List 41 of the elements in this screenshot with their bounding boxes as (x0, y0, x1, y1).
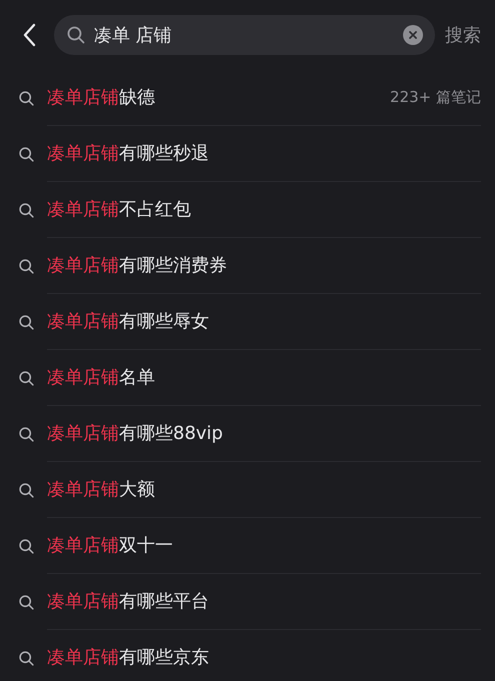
note-count: 223+ 篇笔记 (390, 87, 481, 108)
suggestion-item[interactable]: 凑单店铺名单 (0, 350, 495, 406)
search-icon (18, 202, 35, 218)
suggestion-text: 凑单店铺名单 (47, 366, 156, 390)
suggestion-item[interactable]: 凑单店铺有哪些消费券 (0, 238, 495, 294)
search-icon (18, 482, 35, 498)
suggestion-item[interactable]: 凑单店铺缺德 223+ 篇笔记 (0, 70, 495, 126)
search-icon (18, 90, 35, 106)
suggestion-text: 凑单店铺有哪些消费券 (47, 254, 228, 278)
suggestion-item[interactable]: 凑单店铺大额 (0, 462, 495, 518)
search-button[interactable]: 搜索 (445, 22, 481, 48)
back-icon (23, 23, 37, 47)
search-icon (18, 146, 35, 162)
suggestion-item[interactable]: 凑单店铺有哪些京东 (0, 630, 495, 681)
suggestion-text: 凑单店铺有哪些辱女 (47, 310, 210, 334)
suggestion-text: 凑单店铺大额 (47, 478, 156, 502)
suggestion-text: 凑单店铺有哪些秒退 (47, 142, 210, 166)
search-icon (66, 25, 86, 45)
search-icon (18, 314, 35, 330)
suggestion-text: 凑单店铺有哪些京东 (47, 646, 210, 670)
search-icon (18, 370, 35, 386)
suggestion-text: 凑单店铺双十一 (47, 534, 174, 558)
suggestion-item[interactable]: 凑单店铺不占红包 (0, 182, 495, 238)
suggestion-item[interactable]: 凑单店铺有哪些秒退 (0, 126, 495, 182)
suggestion-text: 凑单店铺有哪些平台 (47, 590, 210, 614)
suggestion-text: 凑单店铺缺德 (47, 86, 156, 110)
suggestion-text: 凑单店铺不占红包 (47, 198, 192, 222)
search-icon (18, 426, 35, 442)
search-field[interactable]: 凑单 店铺 (54, 15, 435, 55)
search-icon (18, 538, 35, 554)
close-icon (409, 31, 417, 39)
suggestion-item[interactable]: 凑单店铺双十一 (0, 518, 495, 574)
search-icon (18, 650, 35, 666)
search-icon (18, 258, 35, 274)
suggestion-item[interactable]: 凑单店铺有哪些辱女 (0, 294, 495, 350)
suggestion-item[interactable]: 凑单店铺有哪些88vip (0, 406, 495, 462)
search-value: 凑单 店铺 (94, 24, 173, 48)
suggestion-text: 凑单店铺有哪些88vip (47, 422, 224, 446)
search-icon (18, 594, 35, 610)
clear-button[interactable] (403, 25, 423, 45)
suggestion-item[interactable]: 凑单店铺有哪些平台 (0, 574, 495, 630)
